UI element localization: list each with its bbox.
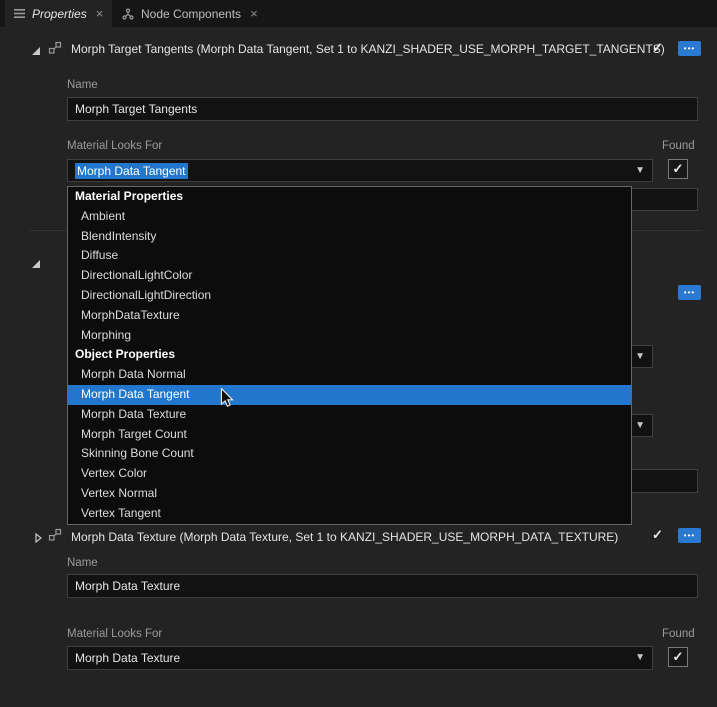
dropdown-item[interactable]: BlendIntensity	[68, 227, 631, 247]
section-menu-button[interactable]: •••	[678, 41, 701, 56]
dropdown-item[interactable]: Morph Data Tangent	[68, 384, 631, 405]
name-input-value: Morph Target Tangents	[75, 102, 198, 116]
dropdown-item[interactable]: DirectionalLightDirection	[68, 286, 631, 306]
hidden-expander-icon[interactable]	[31, 256, 41, 274]
dropdown-item[interactable]: Morphing	[68, 326, 631, 346]
tab-properties[interactable]: Properties ×	[5, 0, 113, 27]
node-component-icon	[48, 528, 62, 547]
material-looks-for-combobox[interactable]: Morph Data Tangent ▼	[67, 159, 653, 182]
dropdown-item[interactable]: Morph Target Count	[68, 425, 631, 445]
dropdown-item[interactable]: Skinning Bone Count	[68, 444, 631, 464]
dropdown-item: Object Properties	[75, 347, 176, 362]
name-input[interactable]: Morph Data Texture	[67, 574, 698, 598]
section-enabled-check-icon[interactable]: ✓	[652, 528, 663, 542]
tab-properties-label: Properties	[32, 6, 87, 21]
combobox-value: Morph Data Tangent	[75, 162, 188, 179]
hidden-section-menu-button[interactable]: •••	[678, 285, 701, 300]
chevron-down-icon: ▼	[635, 350, 645, 362]
section-title-morph-data-texture: Morph Data Texture (Morph Data Texture, …	[71, 530, 619, 544]
found-label: Found	[662, 628, 695, 640]
dropdown-item[interactable]: Morph Data Normal	[68, 365, 631, 385]
found-label: Found	[662, 140, 695, 152]
dropdown-item[interactable]: Ambient	[68, 207, 631, 227]
dropdown-item[interactable]: Vertex Normal	[68, 484, 631, 504]
expander-collapsed-icon[interactable]	[33, 530, 43, 548]
properties-list-icon	[14, 8, 25, 19]
dropdown-item: Material Properties	[75, 189, 184, 203]
tab-node-components-label: Node Components	[141, 6, 242, 21]
dropdown-item[interactable]: Vertex Color	[68, 464, 631, 484]
material-looks-for-label: Material Looks For	[67, 628, 163, 640]
name-label: Name	[67, 79, 98, 91]
found-checkbox[interactable]: ✓	[668, 647, 688, 667]
dropdown-item[interactable]: DirectionalLightColor	[68, 266, 631, 286]
found-checkmark-icon: ✓	[672, 161, 684, 176]
tab-node-components[interactable]: Node Components ×	[113, 0, 267, 27]
expander-expanded-icon[interactable]	[31, 43, 41, 61]
tab-node-components-close-icon[interactable]: ×	[250, 7, 258, 20]
node-components-icon	[122, 7, 134, 20]
chevron-down-icon: ▼	[635, 652, 645, 663]
node-component-icon	[48, 41, 62, 60]
dropdown-item[interactable]: MorphDataTexture	[68, 306, 631, 326]
chevron-down-icon: ▼	[635, 164, 645, 176]
name-label: Name	[67, 557, 98, 569]
tab-properties-close-icon[interactable]: ×	[96, 7, 104, 20]
combobox-value: Morph Data Texture	[75, 651, 181, 665]
material-looks-for-label: Material Looks For	[67, 140, 163, 152]
found-checkmark-icon: ✓	[672, 649, 684, 664]
section-menu-button[interactable]: •••	[678, 528, 701, 543]
name-input-value: Morph Data Texture	[75, 579, 181, 593]
found-checkbox[interactable]: ✓	[668, 159, 688, 179]
section-enabled-check-icon[interactable]: ✓	[652, 41, 663, 55]
name-input[interactable]: Morph Target Tangents	[67, 97, 698, 121]
section-title-morph-target-tangents: Morph Target Tangents (Morph Data Tangen…	[71, 42, 665, 56]
chevron-down-icon: ▼	[635, 419, 645, 431]
dropdown-item[interactable]: Morph Data Texture	[68, 405, 631, 425]
material-dropdown-list: Material Properties Ambient BlendIntensi…	[67, 186, 632, 525]
dropdown-item[interactable]: Diffuse	[68, 246, 631, 266]
tab-bar: Properties × Node Components ×	[0, 0, 717, 27]
dropdown-item[interactable]: Vertex Tangent	[68, 504, 631, 524]
material-looks-for-combobox[interactable]: Morph Data Texture ▼	[67, 646, 653, 670]
